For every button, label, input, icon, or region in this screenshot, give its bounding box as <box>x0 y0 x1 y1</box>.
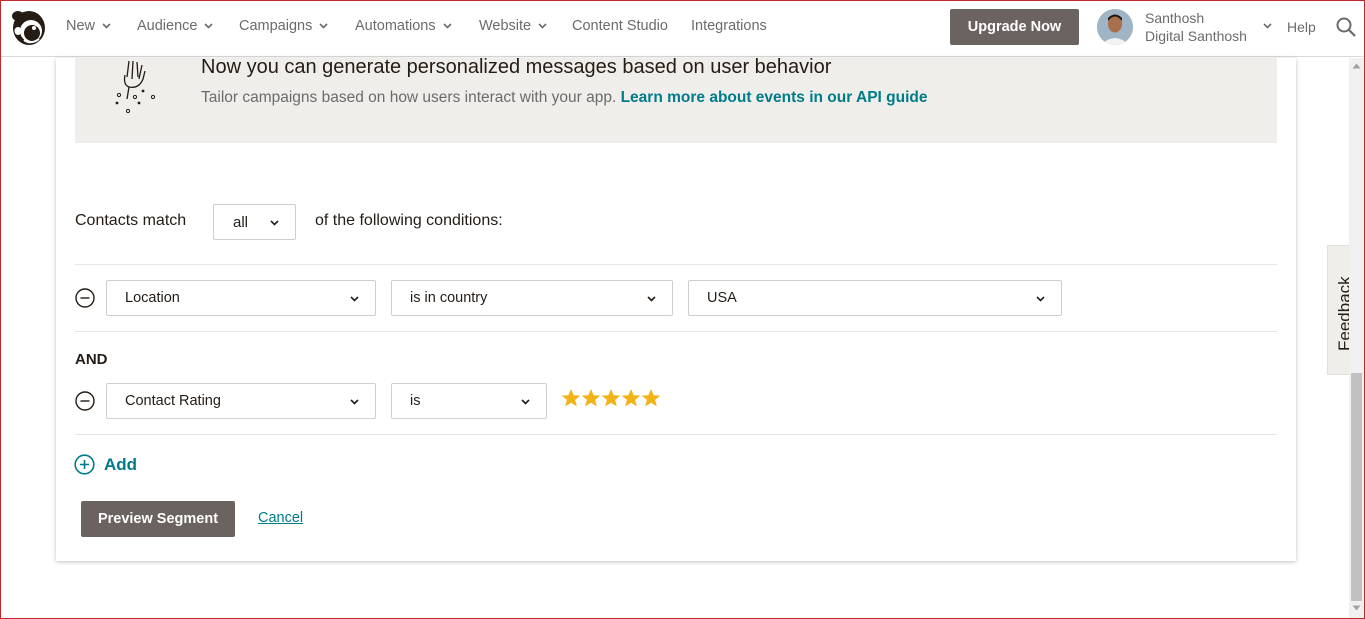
condition-field-select[interactable]: Contact Rating <box>106 383 376 419</box>
nav-automations-label: Automations <box>355 18 436 34</box>
star-icon[interactable] <box>561 388 581 408</box>
star-icon[interactable] <box>601 388 621 408</box>
mailchimp-logo-icon[interactable] <box>10 7 48 47</box>
help-link[interactable]: Help <box>1287 19 1316 35</box>
conditions-label: of the following conditions: <box>315 212 503 229</box>
divider <box>75 331 1277 332</box>
match-type-select[interactable]: all <box>213 204 296 240</box>
user-photo-icon <box>1097 9 1133 45</box>
user-name[interactable]: Santhosh <box>1145 10 1204 26</box>
hand-sprinkle-icon <box>115 60 156 114</box>
preview-segment-button[interactable]: Preview Segment <box>81 501 235 537</box>
remove-condition-icon[interactable] <box>75 288 95 308</box>
cancel-link[interactable]: Cancel <box>258 510 303 526</box>
user-org[interactable]: Digital Santhosh <box>1145 28 1247 44</box>
plus-circle-icon <box>74 454 95 475</box>
condition-field-value: Location <box>125 290 180 306</box>
scrollbar-thumb[interactable] <box>1351 373 1362 601</box>
chevron-down-icon <box>350 296 359 302</box>
contacts-match-label: Contacts match <box>75 212 187 229</box>
and-joiner-label: AND <box>75 351 108 368</box>
condition-operator-value: is <box>410 393 421 409</box>
chevron-down-icon <box>270 220 279 226</box>
nav-content-studio-label: Content Studio <box>572 18 668 34</box>
chevron-down-icon <box>319 23 328 29</box>
nav-content-studio[interactable]: Content Studio <box>572 18 668 34</box>
condition-field-value: Contact Rating <box>125 393 221 409</box>
banner-description: Tailor campaigns based on how users inte… <box>201 89 617 106</box>
condition-value-select[interactable]: USA <box>688 280 1062 316</box>
chevron-down-icon <box>102 23 111 29</box>
scroll-up-arrow-icon[interactable] <box>1352 63 1361 69</box>
nav-new-label: New <box>66 18 96 34</box>
divider <box>75 264 1277 265</box>
remove-condition-icon[interactable] <box>75 391 95 411</box>
upgrade-now-button[interactable]: Upgrade Now <box>950 9 1079 45</box>
nav-website[interactable]: Website <box>479 18 547 34</box>
condition-operator-value: is in country <box>410 290 488 306</box>
divider <box>75 434 1277 435</box>
contact-rating-stars[interactable] <box>561 388 661 408</box>
nav-new[interactable]: New <box>66 18 111 34</box>
banner-title: Now you can generate personalized messag… <box>201 56 832 78</box>
chevron-down-icon[interactable] <box>1263 23 1272 29</box>
condition-value: USA <box>707 290 737 306</box>
add-condition-button[interactable]: Add <box>74 454 137 475</box>
chevron-down-icon <box>350 399 359 405</box>
chevron-down-icon <box>1036 296 1045 302</box>
chevron-down-icon <box>204 23 214 29</box>
avatar[interactable] <box>1097 9 1133 45</box>
nav-integrations[interactable]: Integrations <box>691 18 767 34</box>
chevron-down-icon <box>538 23 547 29</box>
star-icon[interactable] <box>581 388 601 408</box>
nav-campaigns[interactable]: Campaigns <box>239 18 328 34</box>
chevron-down-icon <box>647 296 656 302</box>
nav-audience[interactable]: Audience <box>137 18 214 34</box>
nav-audience-label: Audience <box>137 18 198 34</box>
star-icon[interactable] <box>621 388 641 408</box>
add-condition-label: Add <box>104 454 138 474</box>
nav-integrations-label: Integrations <box>691 18 767 34</box>
condition-operator-select[interactable]: is in country <box>391 280 673 316</box>
search-icon[interactable] <box>1336 17 1356 37</box>
chevron-down-icon <box>521 399 530 405</box>
condition-field-select[interactable]: Location <box>106 280 376 316</box>
condition-operator-select[interactable]: is <box>391 383 547 419</box>
scroll-down-arrow-icon[interactable] <box>1352 605 1361 611</box>
star-icon[interactable] <box>641 388 661 408</box>
nav-website-label: Website <box>479 18 532 34</box>
chevron-down-icon <box>443 23 452 29</box>
match-type-value: all <box>233 214 249 231</box>
nav-automations[interactable]: Automations <box>355 18 452 34</box>
nav-campaigns-label: Campaigns <box>239 18 313 34</box>
banner-text: Tailor campaigns based on how users inte… <box>201 89 927 107</box>
top-navigation: New Audience Campaigns Automations Websi… <box>1 1 1364 57</box>
api-guide-link[interactable]: Learn more about events in our API guide <box>621 89 928 106</box>
